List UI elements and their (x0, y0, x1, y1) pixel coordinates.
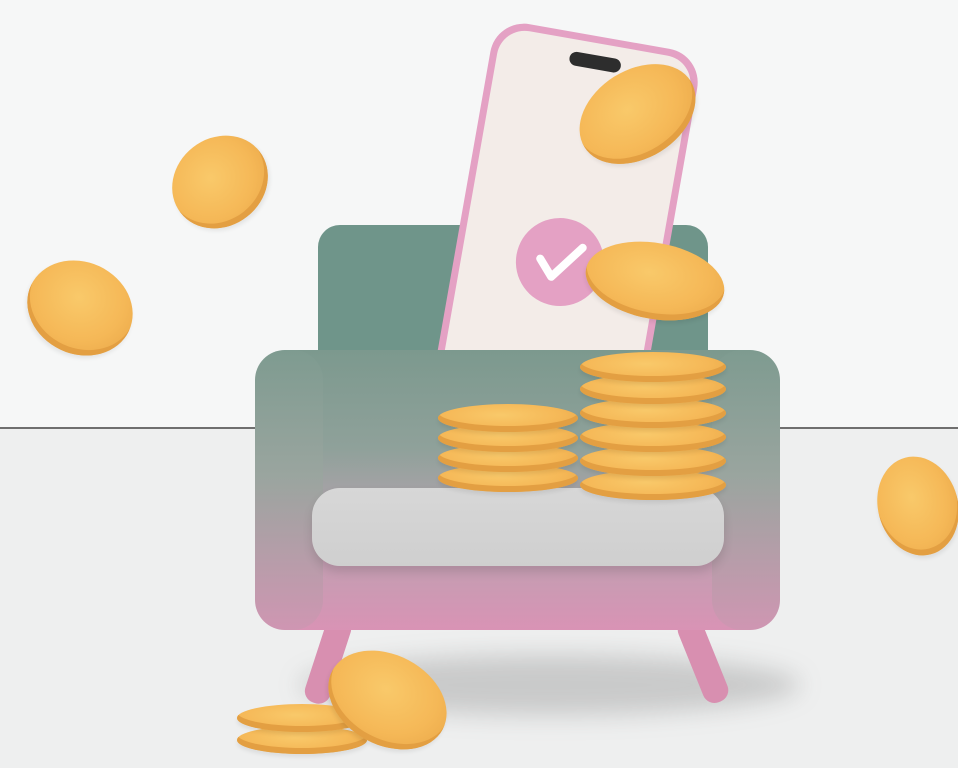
coin (438, 404, 578, 432)
armchair-arm-left (255, 350, 323, 630)
coin-stack-left (438, 398, 578, 493)
phone-notch (568, 50, 622, 74)
illustration-scene (0, 0, 958, 768)
coin-stack-right (580, 350, 726, 500)
coin (580, 352, 726, 382)
